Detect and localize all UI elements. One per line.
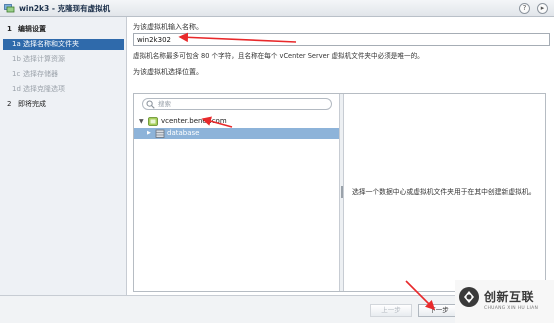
step-label: 选择存储器 <box>23 70 58 78</box>
name-hint: 虚拟机名称最多可包含 80 个字符，且名称在每个 vCenter Server … <box>133 52 424 60</box>
step-label: 选择名称和文件夹 <box>23 40 79 48</box>
next-button[interactable]: 下一步 <box>418 304 460 317</box>
vcenter-icon <box>148 117 158 126</box>
info-pane: 选择一个数据中心或虚拟机文件夹用于在其中创建新虚拟机。 <box>345 94 545 291</box>
step-number: 1 <box>7 25 12 33</box>
watermark: 创新互联 CHUANG XIN HU LIAN <box>455 280 554 323</box>
vm-clone-icon <box>4 4 15 13</box>
menu-button[interactable]: ▸ <box>537 3 548 14</box>
step-select-storage: 1c 选择存储器 <box>3 69 124 80</box>
vm-name-input[interactable] <box>133 33 550 46</box>
step-ready-to-complete[interactable]: 2 即将完成 <box>3 99 124 110</box>
step-number: 1a <box>12 40 21 48</box>
datacenter-icon <box>155 129 165 138</box>
help-button[interactable]: ? <box>519 3 530 14</box>
step-number: 1b <box>12 55 21 63</box>
step-number: 2 <box>7 100 12 108</box>
step-number: 1d <box>12 85 21 93</box>
inventory-tree-pane: 搜索 ▼ vcenter.benet.com ▶ database <box>134 94 340 291</box>
wizard-content: 为该虚拟机输入名称。 虚拟机名称最多可包含 80 个字符，且名称在每个 vCen… <box>128 17 554 295</box>
wizard-steps-sidebar: 1 编辑设置 1a 选择名称和文件夹 1b 选择计算资源 1c 选择存储器 1d 选择克隆… <box>0 17 127 295</box>
name-label: 为该虚拟机输入名称。 <box>133 23 203 31</box>
location-panel: 搜索 ▼ vcenter.benet.com ▶ database 选择一个数据… <box>133 93 546 292</box>
step-edit-settings[interactable]: 1 编辑设置 <box>3 24 124 35</box>
step-label: 选择计算资源 <box>23 55 65 63</box>
window-title: win2k3 - 克隆现有虚拟机 <box>19 4 111 13</box>
step-label: 编辑设置 <box>18 25 46 33</box>
expand-arrow-icon[interactable]: ▶ <box>147 128 151 139</box>
search-icon <box>146 100 155 109</box>
step-label: 选择克隆选项 <box>23 85 65 93</box>
location-label: 为该虚拟机选择位置。 <box>133 68 203 76</box>
tree-item-database[interactable]: ▶ database <box>134 128 339 139</box>
step-number: 1c <box>12 70 21 78</box>
expand-arrow-icon[interactable]: ▼ <box>139 116 144 127</box>
watermark-brand: 创新互联 <box>484 290 535 304</box>
window-titlebar: win2k3 - 克隆现有虚拟机 ? ▸ <box>0 0 554 17</box>
step-select-clone-options: 1d 选择克隆选项 <box>3 84 124 95</box>
step-select-name-folder[interactable]: 1a 选择名称和文件夹 <box>3 39 124 50</box>
search-input[interactable]: 搜索 <box>142 98 332 110</box>
search-placeholder: 搜索 <box>158 100 171 108</box>
tree-item-vcenter[interactable]: ▼ vcenter.benet.com <box>134 116 339 127</box>
step-select-compute-resource: 1b 选择计算资源 <box>3 54 124 65</box>
back-button[interactable]: 上一步 <box>370 304 412 317</box>
watermark-sub: CHUANG XIN HU LIAN <box>484 306 539 311</box>
brand-logo-icon <box>459 287 479 307</box>
tree-item-label: database <box>167 129 200 137</box>
pane-splitter[interactable] <box>340 94 344 291</box>
splitter-grip-icon[interactable] <box>341 186 343 198</box>
step-label: 即将完成 <box>18 100 46 108</box>
info-text: 选择一个数据中心或虚拟机文件夹用于在其中创建新虚拟机。 <box>352 188 536 196</box>
tree-item-label: vcenter.benet.com <box>161 117 227 125</box>
